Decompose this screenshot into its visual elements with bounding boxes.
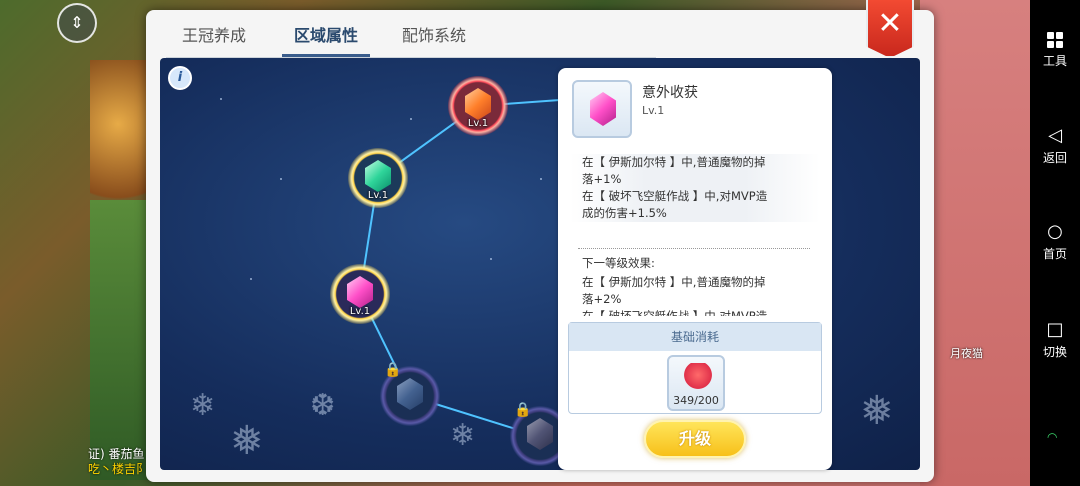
- chat-line: 证) 番茄鱼: [88, 447, 145, 461]
- crystal-node-selected[interactable]: Lv.1: [330, 264, 390, 324]
- wifi-icon: ◠: [1047, 430, 1058, 444]
- next-level-title: 下一等级效果:: [582, 256, 655, 270]
- scene-right: [920, 0, 1030, 486]
- up-down-arrows-icon: ⇕: [70, 13, 84, 32]
- skill-icon-frame: [572, 80, 632, 138]
- effect-line: 在【 破坏飞空艇作战 】中,对MVP造: [582, 309, 768, 316]
- lock-icon: 🔒: [384, 362, 402, 378]
- back-triangle-icon: ◁: [1048, 125, 1062, 146]
- nav-switch-label: 切换: [1042, 345, 1067, 359]
- tab-region-attributes[interactable]: 区域属性: [281, 22, 371, 57]
- crystal-node[interactable]: Lv.1: [448, 76, 508, 136]
- player-name-label: 月夜猫: [950, 347, 983, 360]
- next-level-effects[interactable]: 在【 伊斯加尔特 】中,普通魔物的掉 落+2% 在【 破坏飞空艇作战 】中,对M…: [570, 274, 820, 316]
- crystal-node-locked[interactable]: 🔒: [380, 362, 440, 426]
- effect-line: 在【 伊斯加尔特 】中,普通魔物的掉: [582, 155, 766, 169]
- nav-back-label: 返回: [1042, 151, 1067, 165]
- effect-line: 在【 伊斯加尔特 】中,普通魔物的掉: [582, 275, 766, 289]
- nav-home-label: 首页: [1042, 247, 1067, 261]
- nav-back[interactable]: ◁ 返回: [1030, 126, 1080, 166]
- tab-crown-development[interactable]: 王冠养成: [182, 22, 246, 54]
- close-button[interactable]: ✕: [866, 0, 914, 58]
- tab-bar: 王冠养成 区域属性 配饰系统: [166, 18, 656, 58]
- current-effects: 在【 伊斯加尔特 】中,普通魔物的掉 落+1% 在【 破坏飞空艇作战 】中,对M…: [570, 154, 820, 222]
- node-detail-card: 意外收获 Lv.1 在【 伊斯加尔特 】中,普通魔物的掉 落+1% 在【 破坏飞…: [558, 68, 832, 470]
- crystal-node[interactable]: Lv.1: [348, 148, 408, 208]
- pink-crystal-icon: [590, 92, 616, 126]
- coral-material-icon: [684, 363, 712, 393]
- effect-line: 落+2%: [582, 292, 622, 306]
- recent-apps-square-icon: □: [1046, 319, 1064, 340]
- cost-section: 基础消耗 349/200: [568, 322, 822, 414]
- nav-tools[interactable]: 工具: [1030, 32, 1080, 69]
- nav-tools-label: 工具: [1042, 54, 1067, 68]
- skill-level: Lv.1: [642, 104, 665, 117]
- cost-count: 349/200: [673, 394, 719, 407]
- effect-line: 成的伤害+1.5%: [582, 206, 667, 220]
- nav-home[interactable]: ○ 首页: [1030, 222, 1080, 262]
- home-circle-icon: ○: [1047, 221, 1063, 242]
- system-nav-bar: 工具 ◁ 返回 ○ 首页 □ 切换 ◠: [1030, 0, 1080, 486]
- tab-accessory-system[interactable]: 配饰系统: [402, 22, 466, 54]
- chat-overlay: 证) 番茄鱼 吃丶楼吉阝: [88, 447, 148, 477]
- node-level: Lv.1: [367, 190, 389, 201]
- node-level: Lv.1: [467, 118, 489, 129]
- effect-line: 在【 破坏飞空艇作战 】中,对MVP造: [582, 189, 768, 203]
- effect-line: 落+1%: [582, 172, 622, 186]
- cost-item[interactable]: 349/200: [667, 355, 725, 411]
- chat-line: 吃丶楼吉阝: [88, 462, 149, 476]
- lock-icon: 🔒: [514, 402, 532, 418]
- upgrade-button[interactable]: 升级: [644, 420, 746, 458]
- cost-title: 基础消耗: [569, 323, 821, 351]
- region-attributes-panel: 王冠养成 区域属性 配饰系统 ✕ ❄ ❅ ❆ ❄ ❅ i Lv.1 Lv.1 L…: [146, 0, 934, 482]
- view-toggle-button[interactable]: ⇕: [57, 3, 97, 43]
- grid-icon: [1047, 32, 1063, 48]
- nav-switch[interactable]: □ 切换: [1030, 320, 1080, 360]
- node-level: Lv.1: [349, 306, 371, 317]
- divider: [578, 248, 810, 249]
- skill-title: 意外收获: [642, 85, 698, 101]
- close-icon: ✕: [877, 6, 903, 41]
